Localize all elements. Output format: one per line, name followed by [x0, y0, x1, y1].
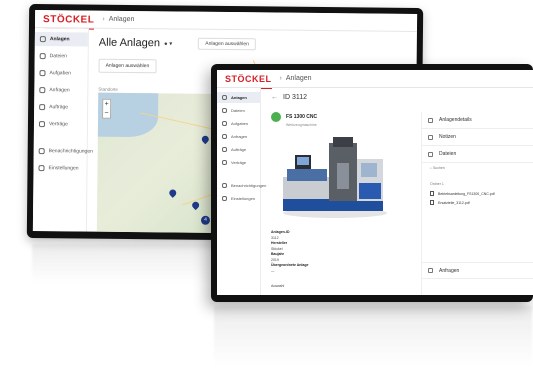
file-icon — [430, 200, 434, 205]
zoom-out-icon[interactable]: − — [103, 109, 110, 118]
extra-label: Auswahl — [271, 284, 285, 288]
contract-icon — [38, 121, 46, 128]
sidebar-item-vertraege[interactable]: Verträge — [34, 117, 87, 132]
status-avatar — [271, 112, 281, 122]
sidebar-item-dateien[interactable]: Dateien — [35, 49, 88, 64]
logo[interactable]: STÖCKEL — [225, 70, 272, 89]
breadcrumb-anlagen[interactable]: Anlagen — [109, 16, 135, 23]
panel-row-files[interactable]: Dateien — [422, 146, 533, 163]
page-title: Alle Anlagen — [98, 36, 161, 50]
sidebar-item-anlagen[interactable]: Anlagen — [217, 92, 260, 103]
folder-icon — [428, 151, 433, 157]
machine-image — [283, 137, 387, 218]
machine-subtitle: Werkzeugmaschine — [286, 123, 317, 127]
filter-select[interactable]: Anlagen auswählen — [198, 37, 257, 51]
machine-name: FS 1300 CNC — [286, 114, 318, 120]
sidebar-item-dateien[interactable]: Dateien — [217, 105, 260, 116]
order-icon — [222, 147, 227, 152]
breadcrumb-anlagen[interactable]: Anlagen — [286, 75, 312, 82]
map-pin-icon[interactable] — [190, 200, 201, 211]
notes-icon — [428, 134, 433, 140]
breadcrumb: › Anlagen — [279, 75, 312, 82]
map-cluster[interactable]: 4 — [200, 215, 211, 225]
settings-icon — [38, 165, 45, 172]
sidebar-item-aufgaben[interactable]: Aufgaben — [34, 66, 87, 81]
panel-row-requests[interactable]: Anfragen — [422, 262, 533, 279]
front-screen: STÖCKEL › Anlagen Anlagen Dateien Aufgabe… — [217, 70, 533, 295]
sidebar-item-vertraege[interactable]: Verträge — [217, 157, 260, 168]
sidebar-item-anfragen[interactable]: Anfragen — [217, 131, 260, 142]
sidebar-item-anfragen[interactable]: Anfragen — [34, 83, 87, 98]
sidebar-item-settings[interactable]: Einstellungen — [33, 161, 86, 176]
folder-icon — [222, 108, 227, 113]
sidebar-item-auftraege[interactable]: Aufträge — [217, 144, 260, 155]
machine-pane: FS 1300 CNC Werkzeugmaschine Anlagen-ID … — [271, 112, 411, 295]
map-pin-icon[interactable] — [200, 134, 211, 145]
panel-row-details[interactable]: Anlagendetails — [422, 112, 533, 129]
sidebar-item-anlagen[interactable]: Anlagen — [34, 32, 88, 47]
back-arrow-icon[interactable]: ← — [271, 94, 278, 101]
zoom-control[interactable]: + − — [102, 98, 112, 119]
detail-content: ← ID 3112 FS 1300 CNC Werkzeugmaschine A… — [261, 88, 533, 295]
sidebar-item-notifications[interactable]: Benachrichtigungen — [217, 180, 266, 191]
sidebar-item-auftraege[interactable]: Aufträge — [34, 100, 87, 115]
map-pin-icon[interactable] — [167, 188, 178, 198]
bell-icon — [222, 183, 227, 188]
contract-icon — [222, 160, 227, 165]
document-item[interactable]: Betriebsanleitung_FS1300_CNC.pdf — [422, 189, 533, 198]
top-bar: STÖCKEL › Anlagen — [217, 70, 533, 89]
breadcrumb: › Anlagen — [102, 15, 135, 24]
sidebar-item-settings[interactable]: Einstellungen — [217, 193, 260, 204]
task-icon — [222, 121, 227, 126]
settings-icon — [222, 196, 227, 201]
side-panel: Anlagendetails Notizen Dateien ⌕ Suchen … — [421, 112, 533, 295]
logo[interactable]: STÖCKEL — [42, 10, 94, 30]
file-icon — [430, 191, 434, 196]
bell-icon — [38, 148, 45, 155]
document-item[interactable]: Ersatzteile_3112.pdf — [422, 198, 533, 207]
zoom-in-icon[interactable]: + — [103, 100, 110, 109]
request-icon — [222, 134, 227, 139]
reflection — [32, 244, 218, 284]
task-icon — [39, 70, 46, 77]
sidebar-item-notifications[interactable]: Benachrichtigungen — [34, 144, 93, 159]
gear-icon — [222, 95, 227, 100]
file-search[interactable]: ⌕ Suchen — [422, 163, 533, 173]
title-dropdown-icon[interactable]: ● ▾ — [164, 40, 172, 47]
record-title: ID 3112 — [283, 94, 307, 101]
folder-count: Ordner 1 — [430, 182, 444, 186]
gear-icon — [39, 36, 46, 43]
machine-details: Anlagen-ID 3112 Hersteller Stöckel Baujahr… — [271, 230, 309, 273]
front-monitor: STÖCKEL › Anlagen Anlagen Dateien Aufgabe… — [211, 64, 533, 302]
select-button[interactable]: Anlagen auswählen — [98, 58, 157, 74]
sidebar-item-aufgaben[interactable]: Aufgaben — [217, 118, 260, 129]
request-icon — [39, 87, 46, 94]
order-icon — [39, 104, 46, 111]
reflection — [214, 306, 532, 366]
details-icon — [428, 117, 433, 123]
sidebar: Anlagen Dateien Aufgaben Anfragen Aufträ… — [32, 28, 93, 232]
panel-row-notes[interactable]: Notizen — [422, 129, 533, 146]
folder-icon — [39, 53, 46, 60]
request-icon — [428, 268, 433, 273]
sidebar: Anlagen Dateien Aufgaben Anfragen Aufträ… — [217, 88, 266, 295]
